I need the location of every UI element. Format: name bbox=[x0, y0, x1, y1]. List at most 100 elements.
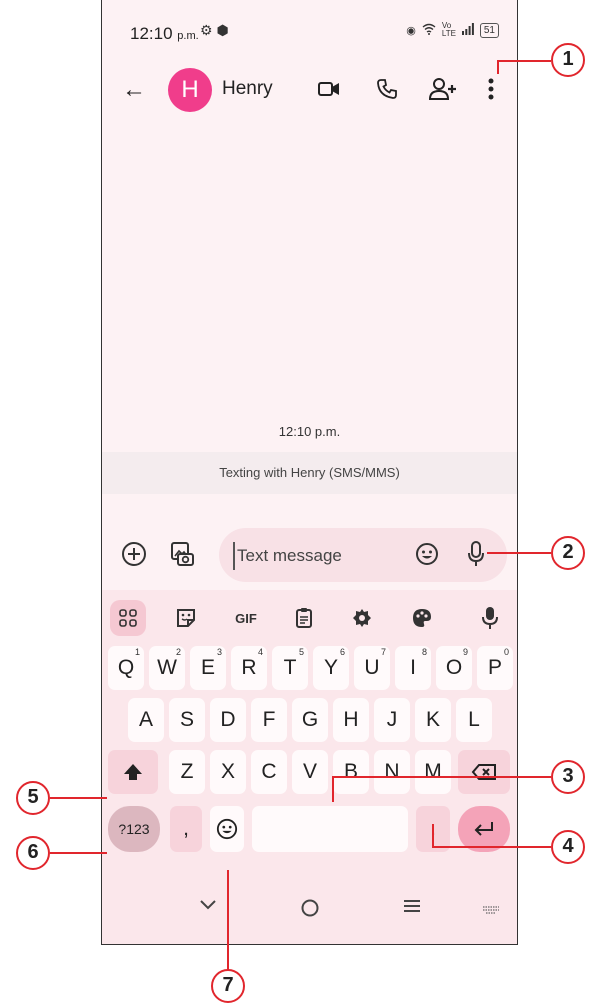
key-label: A bbox=[138, 708, 153, 731]
emoji-key[interactable] bbox=[210, 806, 244, 852]
voice-message-icon[interactable] bbox=[467, 540, 485, 573]
comma-key[interactable]: , bbox=[170, 806, 202, 852]
key-j[interactable]: J bbox=[374, 698, 410, 742]
key-h[interactable]: H bbox=[333, 698, 369, 742]
key-number-hint: 3 bbox=[216, 647, 222, 657]
key-label: M bbox=[424, 760, 442, 783]
signal-icon bbox=[461, 22, 474, 38]
battery-icon: 51 bbox=[479, 22, 499, 38]
status-time-suffix: p.m. bbox=[177, 30, 199, 42]
apps-grid-icon[interactable] bbox=[110, 600, 146, 636]
key-t[interactable]: T5 bbox=[272, 646, 308, 690]
key-c[interactable]: C bbox=[251, 750, 287, 794]
emoji-icon[interactable] bbox=[415, 542, 439, 571]
key-label: O bbox=[445, 656, 463, 679]
nfc-icon: ◉ bbox=[406, 24, 416, 37]
key-z[interactable]: Z bbox=[169, 750, 205, 794]
contact-name[interactable]: Henry bbox=[222, 78, 273, 100]
callout-1: 1 bbox=[551, 43, 585, 77]
callout-6: 6 bbox=[16, 836, 50, 870]
callout-5: 5 bbox=[16, 781, 50, 815]
status-time: 12:10 p.m. bbox=[130, 24, 199, 44]
back-arrow-icon[interactable]: ← bbox=[122, 76, 146, 104]
wifi-icon bbox=[422, 23, 436, 38]
key-q[interactable]: Q1 bbox=[108, 646, 144, 690]
callout-line-1-tick bbox=[497, 60, 499, 74]
symbols-key[interactable]: ?123 bbox=[108, 806, 160, 852]
home-button-icon[interactable] bbox=[300, 898, 320, 923]
key-o[interactable]: O9 bbox=[436, 646, 472, 690]
key-f[interactable]: F bbox=[251, 698, 287, 742]
key-n[interactable]: N bbox=[374, 750, 410, 794]
avatar[interactable]: H bbox=[168, 68, 212, 112]
key-u[interactable]: U7 bbox=[354, 646, 390, 690]
key-number-hint: 7 bbox=[380, 647, 386, 657]
key-label: H bbox=[343, 708, 359, 731]
callout-line-5 bbox=[50, 797, 107, 799]
status-right-icons: ◉ Vo LTE 51 bbox=[406, 22, 499, 38]
key-m[interactable]: M bbox=[415, 750, 451, 794]
callout-line-3-tick bbox=[332, 776, 334, 802]
add-attachment-icon[interactable] bbox=[120, 540, 148, 573]
recents-icon[interactable] bbox=[402, 898, 422, 919]
key-r[interactable]: R4 bbox=[231, 646, 267, 690]
key-label: B bbox=[343, 760, 358, 783]
key-label: V bbox=[302, 760, 317, 783]
navigation-bar bbox=[102, 890, 517, 940]
message-timestamp: 12:10 p.m. bbox=[278, 424, 341, 439]
mic-icon[interactable] bbox=[472, 600, 508, 636]
callout-4: 4 bbox=[551, 830, 585, 864]
message-box bbox=[219, 528, 507, 582]
key-x[interactable]: X bbox=[210, 750, 246, 794]
hide-keyboard-icon[interactable] bbox=[198, 898, 218, 917]
sticker-icon[interactable] bbox=[168, 600, 204, 636]
key-l[interactable]: L bbox=[456, 698, 492, 742]
key-y[interactable]: Y6 bbox=[313, 646, 349, 690]
key-number-hint: 8 bbox=[421, 647, 427, 657]
text-message-input[interactable] bbox=[233, 542, 409, 570]
callout-line-1 bbox=[497, 60, 551, 62]
palette-icon[interactable] bbox=[404, 600, 440, 636]
key-label: S bbox=[179, 708, 194, 731]
backspace-key[interactable] bbox=[458, 750, 510, 794]
key-label: U bbox=[364, 656, 380, 679]
key-number-hint: 9 bbox=[462, 647, 468, 657]
key-w[interactable]: W2 bbox=[149, 646, 185, 690]
conversation-header: ← H Henry bbox=[102, 66, 517, 116]
key-i[interactable]: I8 bbox=[395, 646, 431, 690]
key-label: Z bbox=[180, 760, 194, 783]
shift-key[interactable] bbox=[108, 750, 158, 794]
sms-banner: Texting with Henry (SMS/MMS) bbox=[102, 452, 517, 494]
key-s[interactable]: S bbox=[169, 698, 205, 742]
gallery-icon[interactable] bbox=[168, 540, 196, 573]
key-d[interactable]: D bbox=[210, 698, 246, 742]
key-number-hint: 2 bbox=[175, 647, 181, 657]
key-e[interactable]: E3 bbox=[190, 646, 226, 690]
space-key[interactable] bbox=[252, 806, 408, 852]
key-k[interactable]: K bbox=[415, 698, 451, 742]
key-label: C bbox=[261, 760, 277, 783]
key-g[interactable]: G bbox=[292, 698, 328, 742]
key-b[interactable]: B bbox=[333, 750, 369, 794]
key-p[interactable]: P0 bbox=[477, 646, 513, 690]
settings-icon[interactable] bbox=[344, 600, 380, 636]
phone-call-icon[interactable] bbox=[372, 74, 402, 104]
key-number-hint: 0 bbox=[503, 647, 509, 657]
key-label: P bbox=[487, 656, 502, 679]
callout-line-4-tick bbox=[432, 824, 434, 848]
volte-label: Vo LTE bbox=[441, 21, 456, 38]
key-label: K bbox=[425, 708, 440, 731]
more-options-icon[interactable] bbox=[476, 74, 506, 104]
status-time-value: 12:10 bbox=[130, 24, 173, 43]
key-v[interactable]: V bbox=[292, 750, 328, 794]
callout-line-7 bbox=[227, 870, 229, 973]
key-number-hint: 5 bbox=[298, 647, 304, 657]
key-label: L bbox=[468, 708, 480, 731]
clipboard-icon[interactable] bbox=[286, 600, 322, 636]
video-call-icon[interactable] bbox=[314, 74, 344, 104]
gif-button[interactable]: GIF bbox=[228, 600, 264, 636]
keyboard-switch-icon[interactable] bbox=[482, 902, 500, 920]
key-a[interactable]: A bbox=[128, 698, 164, 742]
callout-2: 2 bbox=[551, 536, 585, 570]
add-person-icon[interactable] bbox=[428, 74, 458, 104]
